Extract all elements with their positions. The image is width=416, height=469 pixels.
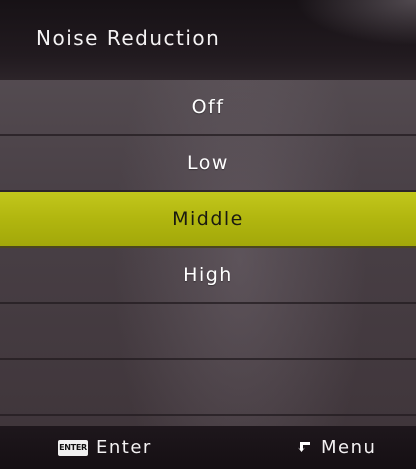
menu-hint[interactable]: Menu <box>297 426 376 469</box>
option-middle[interactable]: Middle <box>0 192 416 248</box>
option-high[interactable]: High <box>0 248 416 304</box>
option-label: Middle <box>172 208 244 230</box>
option-list: Off Low Middle High <box>0 80 416 426</box>
empty-row <box>0 304 416 360</box>
option-low[interactable]: Low <box>0 136 416 192</box>
header-sheen <box>186 0 416 80</box>
enter-hint[interactable]: ENTER Enter <box>58 426 152 469</box>
enter-key-icon: ENTER <box>58 439 88 456</box>
menu-label: Menu <box>321 437 377 458</box>
empty-row <box>0 360 416 416</box>
option-label: Off <box>191 96 225 118</box>
option-label: High <box>183 264 233 286</box>
menu-title: Noise Reduction <box>36 26 221 50</box>
enter-label: Enter <box>96 437 152 458</box>
return-arrow-icon <box>298 441 310 452</box>
footer-bar: ENTER Enter Menu <box>0 426 416 469</box>
osd-screen: Noise Reduction Off Low Middle High ENTE… <box>0 0 416 469</box>
menu-header: Noise Reduction <box>0 0 416 80</box>
option-label: Low <box>187 152 229 174</box>
option-off[interactable]: Off <box>0 80 416 136</box>
